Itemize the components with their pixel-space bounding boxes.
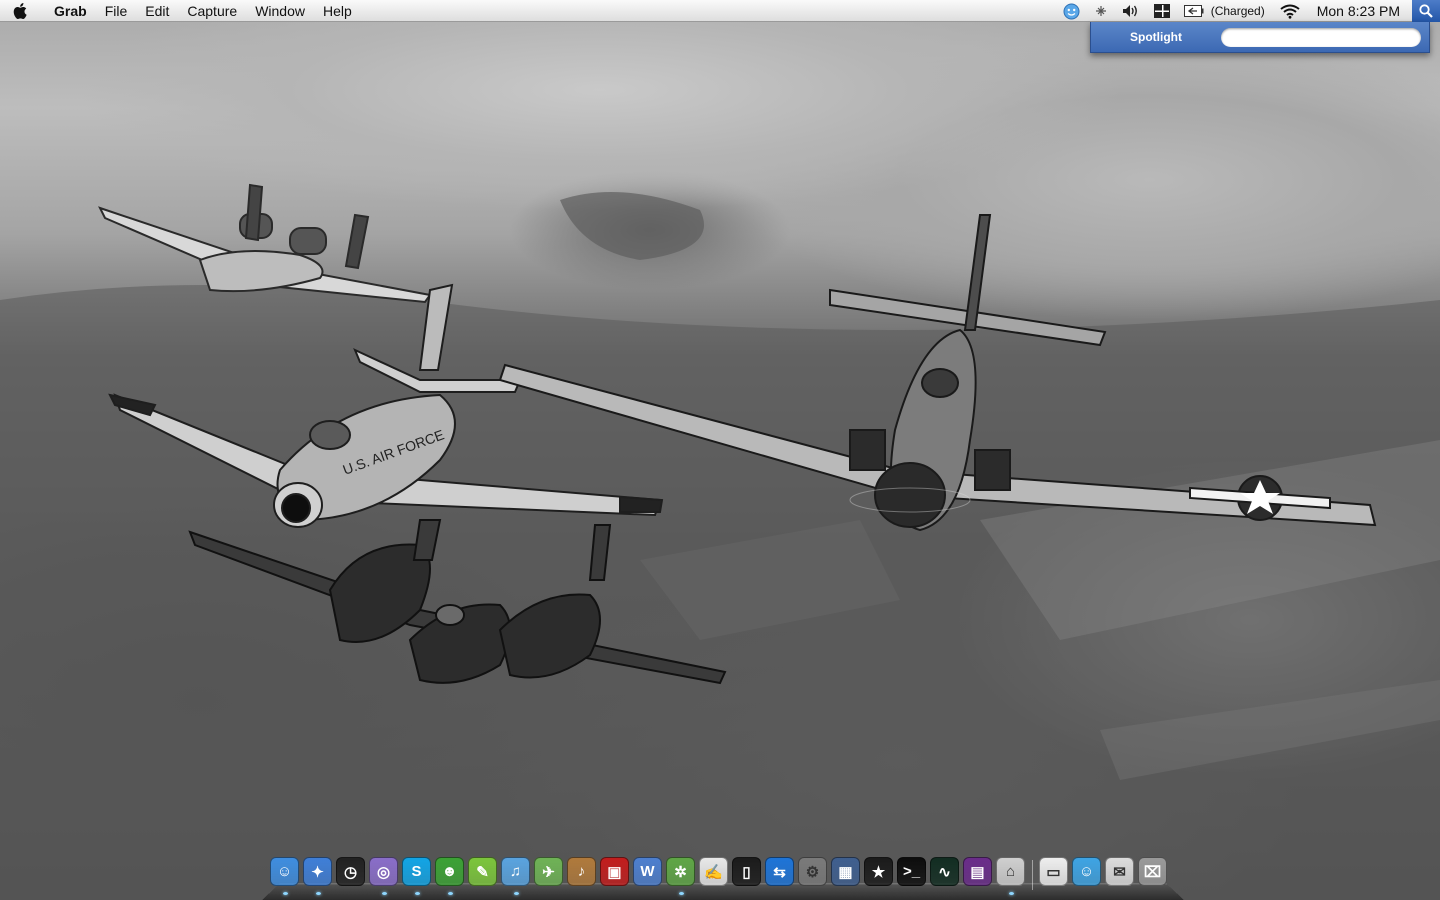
dock-package-icon[interactable]: ⌂ (994, 856, 1027, 896)
messenger-icon[interactable] (1056, 0, 1087, 22)
skype-icon: S (402, 857, 431, 886)
running-indicator (1008, 892, 1014, 895)
dock-dashboard-icon[interactable]: ▦ (829, 856, 862, 896)
spotlight-search-input[interactable] (1221, 27, 1421, 47)
teamviewer-icon: ⇆ (765, 857, 794, 886)
dock-army-icon[interactable]: ★ (862, 856, 895, 896)
textedit-icon: ✍ (699, 857, 728, 886)
iphone-icon: ▯ (732, 857, 761, 886)
documents-icon: ▭ (1039, 857, 1068, 886)
running-indicator (414, 892, 420, 895)
preferences-icon: ⚙ (798, 857, 827, 886)
dock-terminal-icon[interactable]: >_ (895, 856, 928, 896)
running-indicator (282, 892, 288, 895)
menu-edit[interactable]: Edit (136, 0, 178, 22)
spotlight-search-icon[interactable] (1412, 0, 1440, 22)
army-icon: ★ (864, 857, 893, 886)
trash-icon: ⌧ (1138, 857, 1167, 886)
dock-writer-icon[interactable]: W (631, 856, 664, 896)
menubar-clock[interactable]: Mon 8:23 PM (1307, 3, 1412, 19)
dock-apps-icon[interactable]: ◎ (367, 856, 400, 896)
dock-skype-icon[interactable]: S (400, 856, 433, 896)
itunes-icon: ♫ (501, 857, 530, 886)
dock-photo-booth-icon[interactable]: ▣ (598, 856, 631, 896)
apple-menu-icon[interactable] (0, 0, 42, 22)
running-indicator (678, 892, 684, 895)
garageband-icon: ♪ (567, 857, 596, 886)
running-indicator (513, 892, 519, 895)
activity-monitor-icon: ∿ (930, 857, 959, 886)
bluetooth-icon[interactable] (1087, 0, 1115, 22)
network-icon: ✲ (666, 857, 695, 886)
dock-divider (1027, 856, 1037, 896)
dock-itunes-icon[interactable]: ♫ (499, 856, 532, 896)
dock-safari-icon[interactable]: ✦ (301, 856, 334, 896)
flash-icon: ▤ (963, 857, 992, 886)
battery-status-text: (Charged) (1210, 4, 1265, 18)
photo-booth-icon: ▣ (600, 857, 629, 886)
dock-garageband-icon[interactable]: ♪ (565, 856, 598, 896)
dock-teamviewer-icon[interactable]: ⇆ (763, 856, 796, 896)
aircraft-formation-photo: U.S. AIR FORCE (0, 183, 1440, 900)
apps-icon: ◎ (369, 857, 398, 886)
spaces-icon[interactable] (1147, 0, 1177, 22)
spotlight-panel: Spotlight (1090, 22, 1430, 53)
dock-iphone-icon[interactable]: ▯ (730, 856, 763, 896)
dock-finder-icon[interactable]: ☺ (268, 856, 301, 896)
dock-activity-monitor-icon[interactable]: ∿ (928, 856, 961, 896)
running-indicator (315, 892, 321, 895)
running-indicator (447, 892, 453, 895)
menu-window[interactable]: Window (246, 0, 314, 22)
spotlight-label: Spotlight (1130, 30, 1182, 44)
clock-icon: ◷ (336, 857, 365, 886)
dock-textedit-icon[interactable]: ✍ (697, 856, 730, 896)
wifi-icon[interactable] (1273, 0, 1307, 22)
utility-icon: ✎ (468, 857, 497, 886)
dock-network-icon[interactable]: ✲ (664, 856, 697, 896)
finder-icon: ☺ (270, 857, 299, 886)
battery-icon[interactable] (1177, 0, 1211, 22)
dock-messenger-icon[interactable]: ☺ (1070, 856, 1103, 896)
dock-adium-icon[interactable]: ☻ (433, 856, 466, 896)
running-indicator (381, 892, 387, 895)
messenger-icon: ☺ (1072, 857, 1101, 886)
dock-mail-plane-icon[interactable]: ✈ (532, 856, 565, 896)
terminal-icon: >_ (897, 857, 926, 886)
dock-preferences-icon[interactable]: ⚙ (796, 856, 829, 896)
dock: ☺ ✦ ◷ ◎ S ☻ ✎ ♫ ✈ ♪ ▣ W ✲ ✍ ▯ ⇆ ⚙ ▦ ★ >_ ∿ ▤ ⌂ ▭ ☺ ✉ ⌧ (262, 856, 1184, 900)
menu-help[interactable]: Help (314, 0, 361, 22)
dock-utility-icon[interactable]: ✎ (466, 856, 499, 896)
dock-flash-icon[interactable]: ▤ (961, 856, 994, 896)
dock-mailbox-icon[interactable]: ✉ (1103, 856, 1136, 896)
dock-documents-icon[interactable]: ▭ (1037, 856, 1070, 896)
menu-capture[interactable]: Capture (178, 0, 246, 22)
menu-bar: Grab File Edit Capture Window Help (Char… (0, 0, 1440, 22)
menu-file[interactable]: File (96, 0, 137, 22)
dock-clock-icon[interactable]: ◷ (334, 856, 367, 896)
mailbox-icon: ✉ (1105, 857, 1134, 886)
dashboard-icon: ▦ (831, 857, 860, 886)
safari-icon: ✦ (303, 857, 332, 886)
adium-icon: ☻ (435, 857, 464, 886)
mail-plane-icon: ✈ (534, 857, 563, 886)
package-icon: ⌂ (996, 857, 1025, 886)
writer-icon: W (633, 857, 662, 886)
dock-trash-icon[interactable]: ⌧ (1136, 856, 1169, 896)
desktop-wallpaper: U.S. AIR FORCE (0, 0, 1440, 900)
app-menu-grab[interactable]: Grab (42, 0, 96, 22)
volume-icon[interactable] (1115, 0, 1147, 22)
